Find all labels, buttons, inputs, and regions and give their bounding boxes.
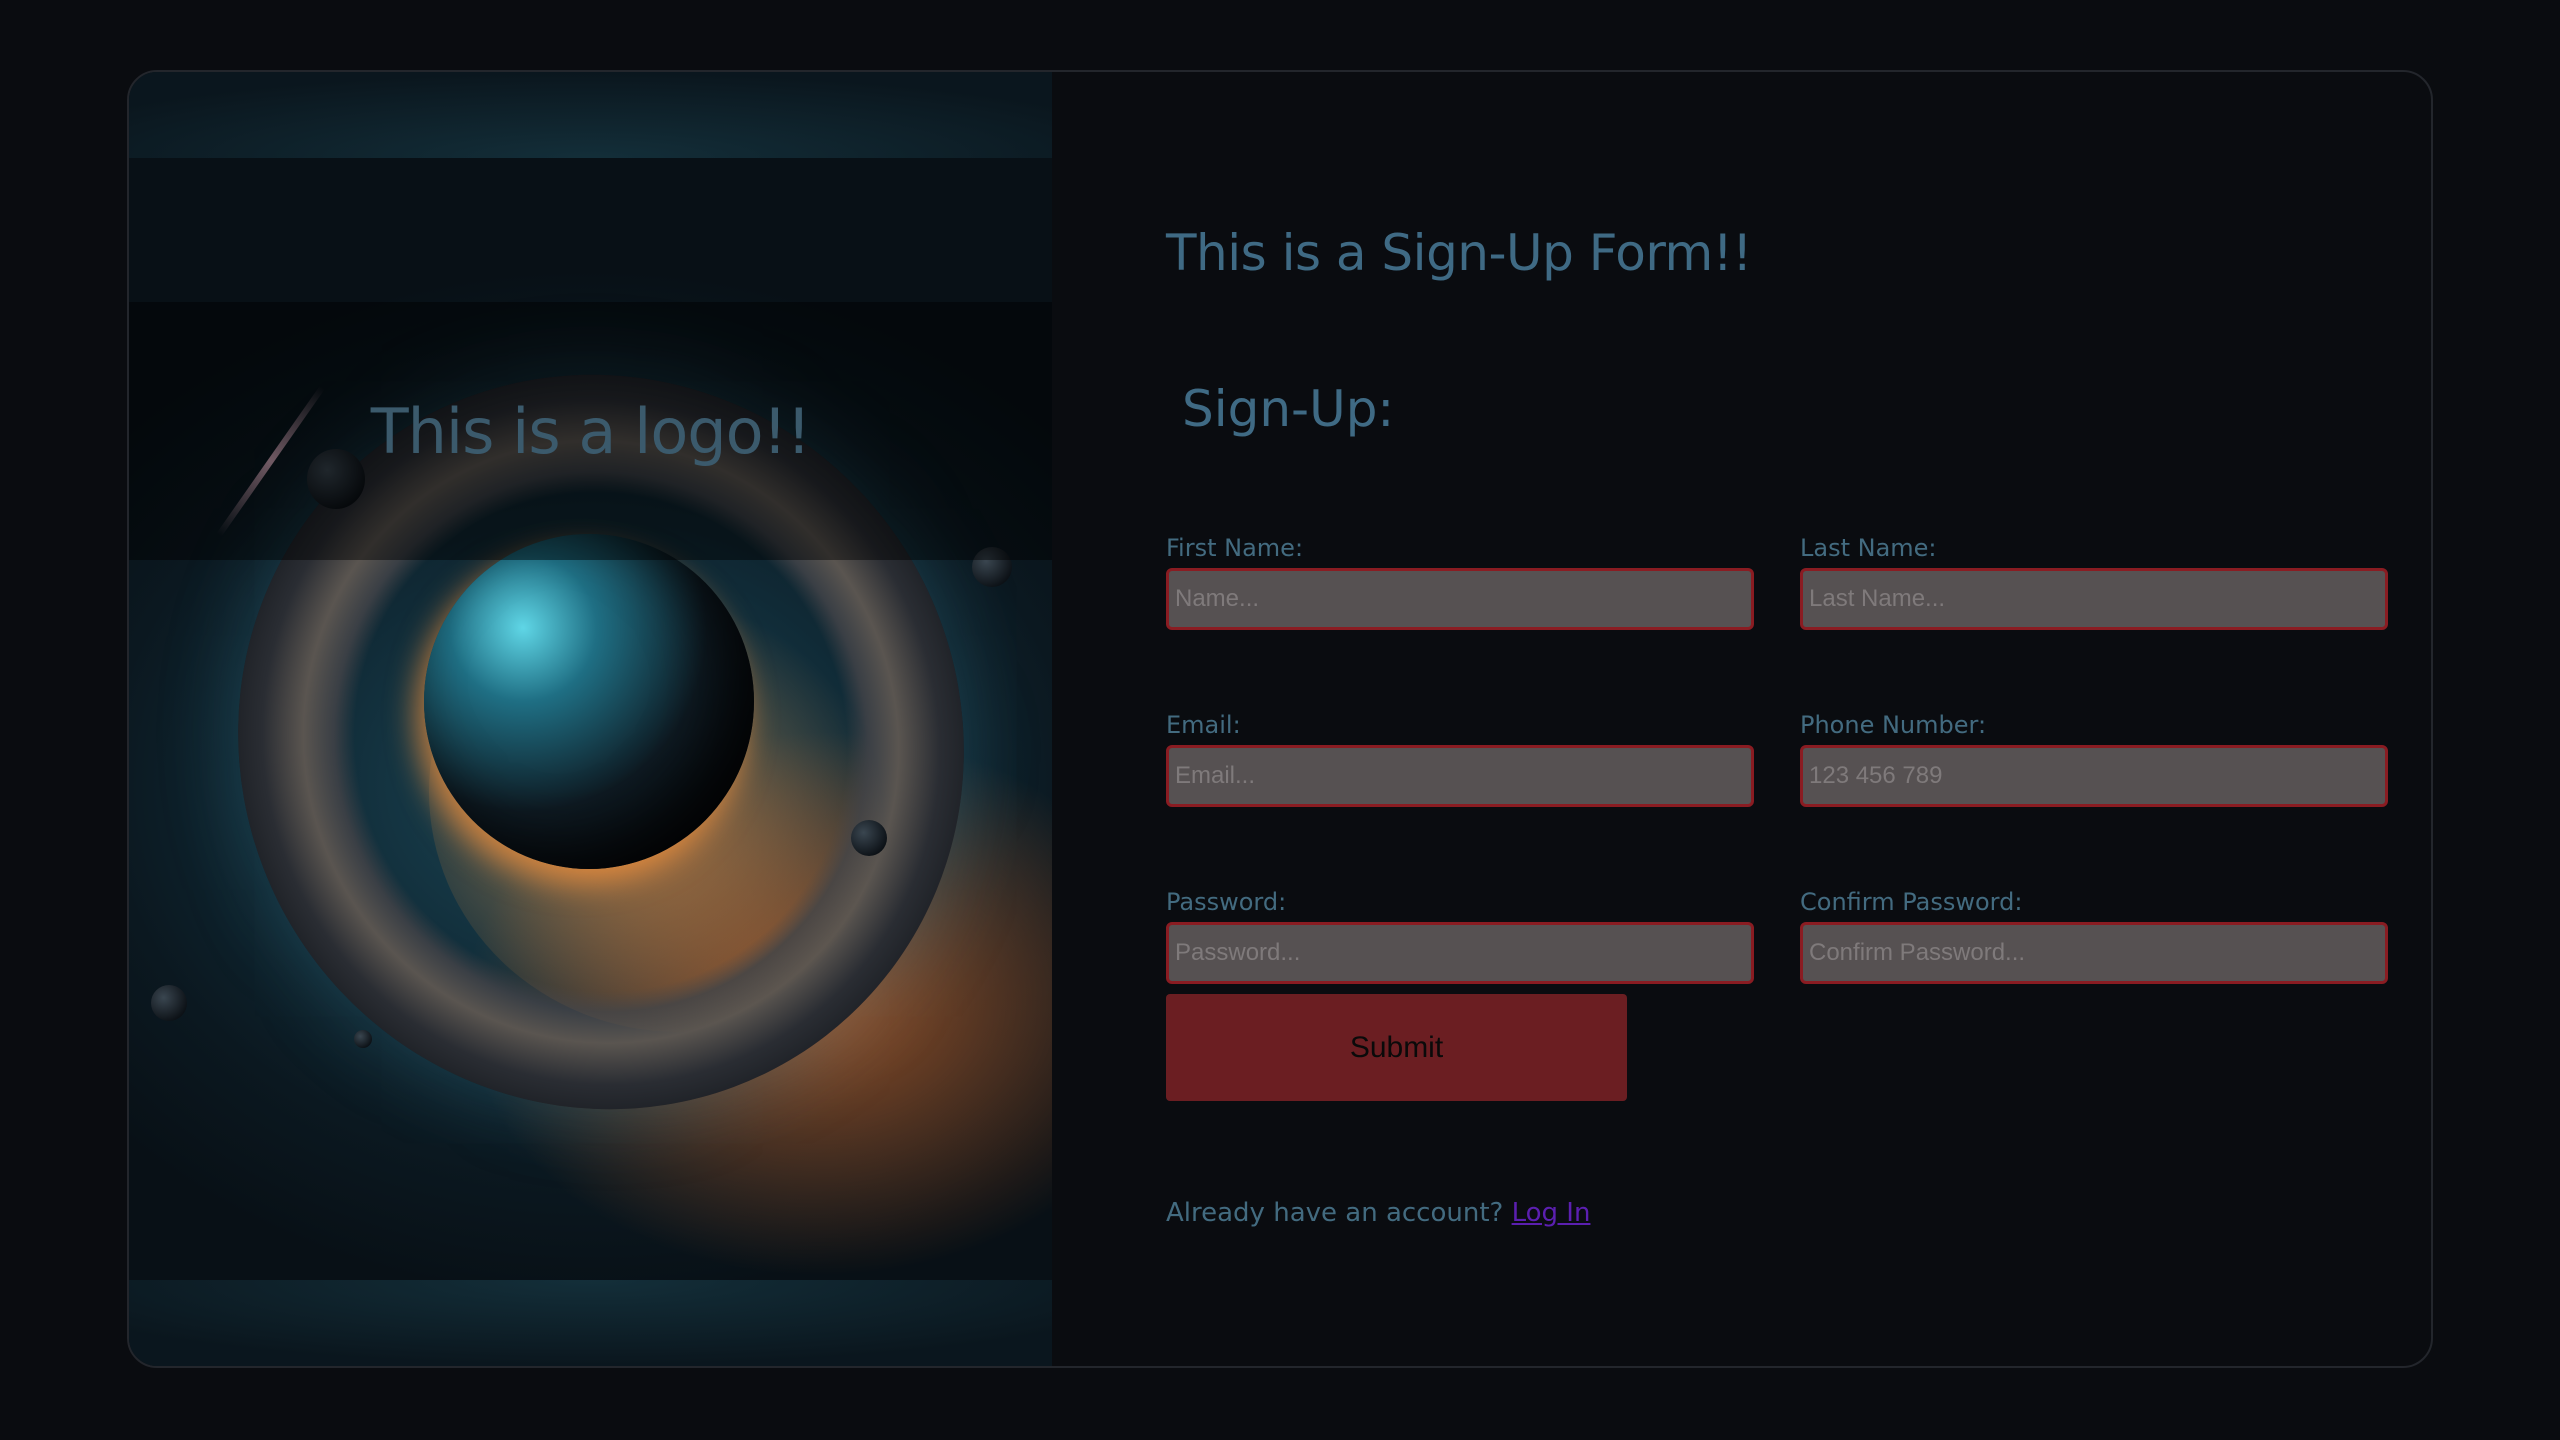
signup-form: This is a Sign-Up Form!! Sign-Up: First … <box>1166 72 2391 1366</box>
artwork-moon <box>851 820 887 856</box>
login-prompt-text: Already have an account? <box>1166 1198 1504 1228</box>
logo-text: This is a logo!! <box>370 394 811 468</box>
form-subtitle: Sign-Up: <box>1182 380 1395 438</box>
last-name-input[interactable] <box>1800 568 2388 630</box>
email-input[interactable] <box>1166 745 1754 807</box>
artwork-moon <box>354 1030 372 1048</box>
password-input[interactable] <box>1166 922 1754 984</box>
signup-card: This is a logo!! This is a Sign-Up Form!… <box>127 70 2433 1368</box>
artwork-top-strip <box>129 72 1052 158</box>
phone-input[interactable] <box>1800 745 2388 807</box>
password-label: Password: <box>1166 888 1287 916</box>
artwork-planet <box>424 534 754 869</box>
email-field: Email: <box>1166 711 1754 807</box>
first-name-field: First Name: <box>1166 534 1754 630</box>
space-artwork: This is a logo!! <box>129 72 1052 1366</box>
logo-banner: This is a logo!! <box>129 302 1052 560</box>
page-title: This is a Sign-Up Form!! <box>1166 224 1752 282</box>
artwork-moon <box>151 985 187 1021</box>
confirm-password-field: Confirm Password: <box>1800 888 2388 984</box>
login-link[interactable]: Log In <box>1512 1198 1591 1228</box>
first-name-label: First Name: <box>1166 534 1304 562</box>
last-name-field: Last Name: <box>1800 534 2388 630</box>
email-label: Email: <box>1166 711 1241 739</box>
login-prompt: Already have an account? Log In <box>1166 1198 1590 1228</box>
password-field: Password: <box>1166 888 1754 984</box>
phone-label: Phone Number: <box>1800 711 1987 739</box>
confirm-password-label: Confirm Password: <box>1800 888 2023 916</box>
submit-button[interactable]: Submit <box>1166 994 1627 1101</box>
confirm-password-input[interactable] <box>1800 922 2388 984</box>
first-name-input[interactable] <box>1166 568 1754 630</box>
artwork-bottom-strip <box>129 1280 1052 1366</box>
last-name-label: Last Name: <box>1800 534 1937 562</box>
phone-field: Phone Number: <box>1800 711 2388 807</box>
